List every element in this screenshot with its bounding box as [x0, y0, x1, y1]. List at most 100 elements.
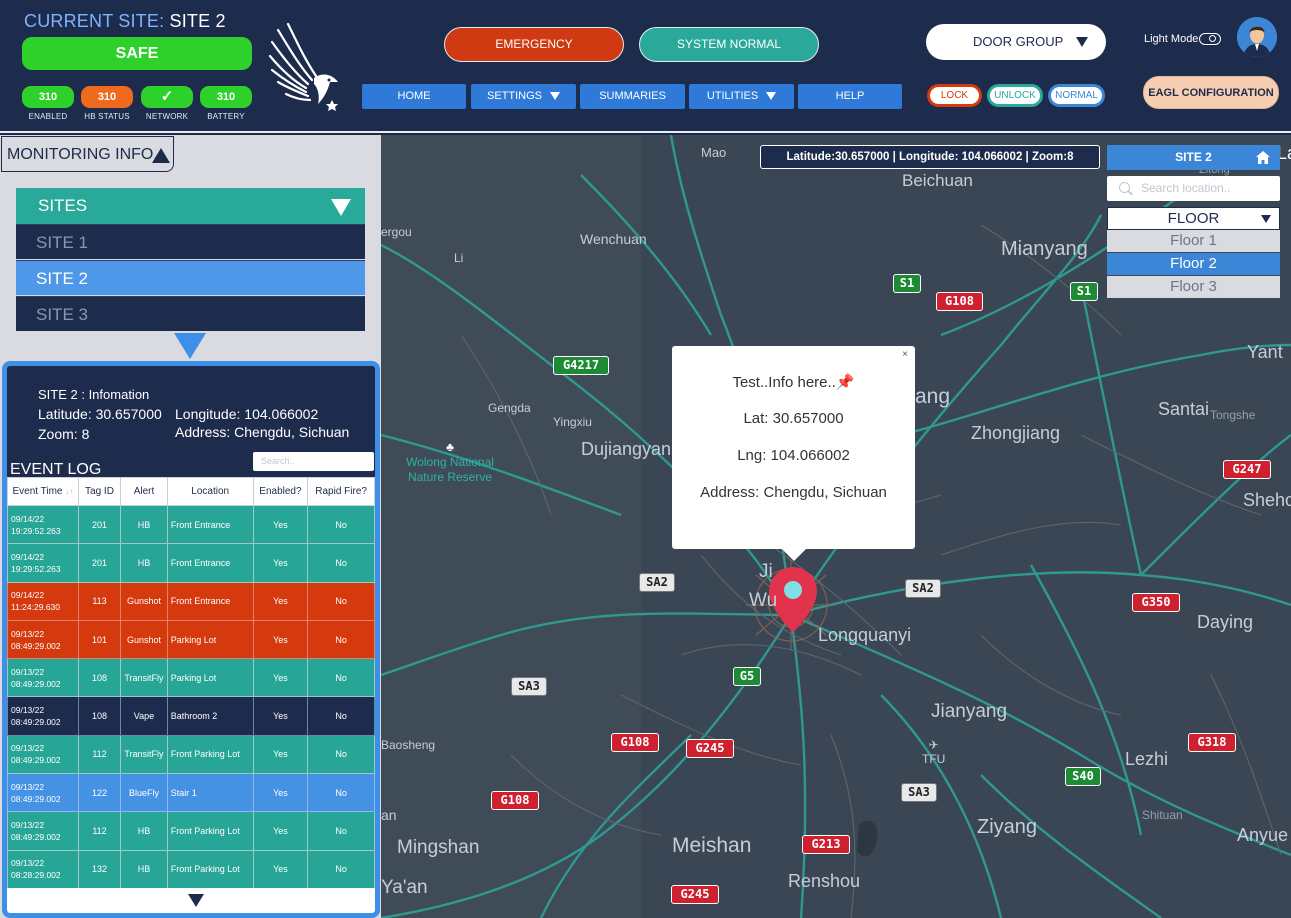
- col-event-time[interactable]: Event Time ↓↑: [7, 477, 79, 506]
- hb-status-stat-badge[interactable]: 310: [81, 86, 133, 108]
- event-log-row[interactable]: 09/13/22 08:49:29.002 108 TransitFly Parkin…: [7, 658, 375, 698]
- event-log-scroll-down[interactable]: [7, 888, 375, 913]
- event-cell-tag: 122: [77, 773, 122, 813]
- event-log-row[interactable]: 09/13/22 08:49:29.002 122 BlueFly Stair 1 Ye…: [7, 773, 375, 813]
- highway-shield: S1: [1070, 282, 1098, 301]
- safe-status-button[interactable]: SAFE: [22, 37, 252, 70]
- highway-shield: G350: [1132, 593, 1180, 612]
- event-cell-alert: Gunshot: [120, 619, 168, 660]
- map-label: Lezhi: [1125, 749, 1169, 769]
- nav-home[interactable]: HOME: [362, 84, 466, 109]
- floor-dropdown[interactable]: FLOOR: [1107, 207, 1280, 230]
- nav-utilities[interactable]: UTILITIES: [689, 84, 794, 109]
- highway-shield: G213: [802, 835, 850, 854]
- pushpin-icon: 📌: [835, 374, 855, 391]
- chevron-down-icon: [766, 92, 777, 101]
- current-site-value: SITE 2: [169, 11, 226, 31]
- close-icon[interactable]: ×: [902, 349, 908, 360]
- map-view[interactable]: Mao Beichuan Zitong Wenchuan ergou Li Mi…: [381, 135, 1291, 918]
- map-info-popup: × Test..Info here..📌 Lat: 30.657000 Lng:…: [672, 346, 915, 561]
- home-icon[interactable]: [1256, 151, 1270, 164]
- event-cell-time: 09/14/22 19:29:52.263: [7, 504, 79, 545]
- normal-button[interactable]: NORMAL: [1048, 84, 1105, 107]
- event-cell-tag: 201: [77, 543, 122, 583]
- highway-shield: S1: [893, 274, 921, 293]
- event-cell-alert: Vape: [120, 696, 168, 736]
- nav-settings[interactable]: SETTINGS: [471, 84, 576, 109]
- event-log-row[interactable]: 09/13/22 08:49:29.002 101 Gunshot Parking L…: [7, 619, 375, 660]
- enabled-stat-badge[interactable]: 310: [22, 86, 74, 108]
- map-label: Shituan: [1142, 808, 1183, 822]
- airplane-icon: ✈: [928, 738, 939, 752]
- col-tag-id[interactable]: Tag ID: [77, 477, 122, 506]
- monitoring-info-toggle[interactable]: MONITORING INFO.: [1, 136, 174, 172]
- highway-shield: G4217: [553, 356, 609, 375]
- network-stat-badge[interactable]: ✓: [141, 86, 193, 108]
- chevron-down-icon: [550, 92, 560, 101]
- event-log-row[interactable]: 09/13/22 08:49:29.002 108 Vape Bathroom 2 Ye…: [7, 696, 375, 736]
- event-log-row[interactable]: 09/14/22 19:29:52.263 201 HB Front Entrance…: [7, 504, 375, 545]
- event-log-row[interactable]: 09/14/22 11:24:29.630 113 Gunshot Front Ent…: [7, 581, 375, 621]
- event-log-search-input[interactable]: Search..: [253, 452, 374, 471]
- map-label: Daying: [1197, 612, 1254, 632]
- site-item-3[interactable]: SITE 3: [16, 296, 365, 331]
- nav-help-label: HELP: [835, 90, 865, 102]
- unlock-button[interactable]: UNLOCK: [987, 84, 1043, 107]
- floor-option-1[interactable]: Floor 1: [1107, 230, 1280, 252]
- map-label: Ya'an: [381, 877, 428, 898]
- event-cell-location: Bathroom 2: [166, 696, 254, 736]
- event-cell-alert: HB: [120, 811, 168, 851]
- sites-dropdown-header[interactable]: SITES: [16, 188, 365, 224]
- event-log-row[interactable]: 09/14/22 19:29:52.263 201 HB Front Entrance…: [7, 543, 375, 583]
- chevron-up-icon: [152, 148, 170, 163]
- highway-shield: SA2: [639, 573, 675, 592]
- floor-dropdown-label: FLOOR: [1167, 210, 1220, 227]
- event-log-table: Event Time ↓↑ Tag ID Alert Location Enab…: [7, 477, 375, 889]
- map-label: Wenchuan: [580, 231, 647, 247]
- site-info-title: SITE 2 : Infomation: [38, 387, 150, 402]
- event-cell-time: 09/14/22 19:29:52.263: [7, 543, 79, 583]
- col-enabled[interactable]: Enabled?: [252, 477, 309, 506]
- nav-summaries[interactable]: SUMMARIES: [580, 84, 685, 109]
- highway-shield: G108: [491, 791, 539, 810]
- site-item-2[interactable]: SITE 2: [16, 260, 365, 295]
- event-cell-time: 09/13/22 08:49:29.002: [7, 811, 79, 851]
- floor-option-2[interactable]: Floor 2: [1107, 253, 1280, 275]
- eagl-configuration-button[interactable]: EAGL CONFIGURATION: [1143, 76, 1279, 109]
- avatar[interactable]: [1237, 17, 1277, 57]
- floor-option-3[interactable]: Floor 3: [1107, 276, 1280, 298]
- map-label: Li: [454, 251, 464, 265]
- map-site-header[interactable]: SITE 2: [1107, 145, 1280, 170]
- event-cell-tag: 108: [77, 658, 122, 698]
- site-item-1[interactable]: SITE 1: [16, 224, 365, 259]
- system-normal-button[interactable]: SYSTEM NORMAL: [639, 27, 819, 62]
- site-longitude: Longitude: 104.066002: [175, 406, 319, 422]
- event-cell-enabled: Yes: [252, 734, 309, 775]
- popup-title: Test..Info here..📌: [732, 374, 855, 391]
- event-cell-rapid: No: [307, 849, 375, 889]
- event-cell-enabled: Yes: [252, 581, 309, 621]
- nav-help[interactable]: HELP: [798, 84, 902, 109]
- chevron-down-icon: [1261, 215, 1271, 223]
- event-cell-location: Front Parking Lot: [166, 811, 254, 851]
- location-search-placeholder: Search location..: [1141, 181, 1231, 195]
- event-log-row[interactable]: 09/13/22 08:28:29.002 132 HB Front Parking …: [7, 849, 375, 889]
- battery-stat-badge[interactable]: 310: [200, 86, 252, 108]
- map-label: Longquanyi: [818, 625, 912, 645]
- event-log-row[interactable]: 09/13/22 08:49:29.002 112 TransitFly Front …: [7, 734, 375, 775]
- col-location[interactable]: Location: [166, 477, 254, 506]
- col-rapid-fire[interactable]: Rapid Fire?: [307, 477, 375, 506]
- event-log-row[interactable]: 09/13/22 08:49:29.002 112 HB Front Parking …: [7, 811, 375, 851]
- door-group-dropdown[interactable]: DOOR GROUP: [926, 24, 1106, 60]
- location-search-input[interactable]: Search location..: [1107, 176, 1280, 201]
- map-label: Ziyang: [977, 816, 1038, 838]
- network-stat-label: NETWORK: [145, 112, 189, 121]
- emergency-button[interactable]: EMERGENCY: [444, 27, 624, 62]
- highway-shield: G245: [686, 739, 734, 758]
- map-label: Ji: [759, 561, 773, 582]
- highway-shield: G108: [936, 292, 983, 311]
- light-mode-toggle[interactable]: [1199, 33, 1221, 45]
- user-avatar-icon: [1237, 17, 1277, 57]
- col-alert[interactable]: Alert: [120, 477, 168, 506]
- lock-button[interactable]: LOCK: [927, 84, 982, 107]
